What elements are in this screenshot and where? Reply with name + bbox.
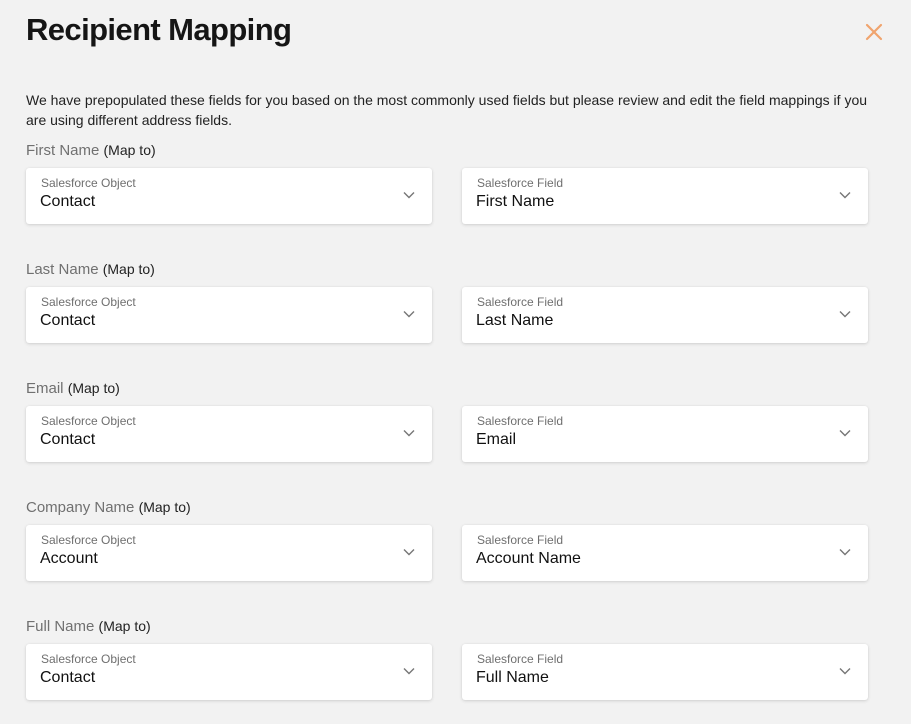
select-label: Salesforce Field bbox=[477, 414, 564, 428]
mapping-section-full-name: Full Name (Map to) Salesforce Object Con… bbox=[26, 617, 868, 709]
section-label: Last Name (Map to) bbox=[26, 260, 155, 279]
map-to-text: (Map to) bbox=[102, 261, 155, 277]
select-value: Last Name bbox=[476, 312, 554, 329]
mapping-section-last-name: Last Name (Map to) Salesforce Object Con… bbox=[26, 260, 868, 352]
chevron-down-icon bbox=[838, 428, 852, 438]
select-label: Salesforce Field bbox=[477, 533, 564, 547]
section-label: First Name (Map to) bbox=[26, 141, 156, 160]
map-to-text: (Map to) bbox=[98, 618, 151, 634]
select-value: Full Name bbox=[476, 669, 549, 686]
select-value: Account bbox=[40, 550, 98, 567]
chevron-down-icon bbox=[402, 547, 416, 557]
salesforce-object-select[interactable]: Salesforce Object Contact bbox=[26, 168, 432, 224]
mapping-section-first-name: First Name (Map to) Salesforce Object Co… bbox=[26, 141, 868, 233]
salesforce-field-select[interactable]: Salesforce Field Email bbox=[462, 406, 868, 462]
field-name: First Name bbox=[26, 142, 100, 159]
select-value: Email bbox=[476, 431, 517, 448]
chevron-down-icon bbox=[838, 309, 852, 319]
close-button[interactable] bbox=[862, 20, 886, 44]
salesforce-field-select[interactable]: Salesforce Field First Name bbox=[462, 168, 868, 224]
salesforce-object-select[interactable]: Salesforce Object Account bbox=[26, 525, 432, 581]
select-label: Salesforce Object bbox=[41, 652, 136, 666]
chevron-down-icon bbox=[838, 666, 852, 676]
mapping-section-company-name: Company Name (Map to) Salesforce Object … bbox=[26, 498, 868, 590]
salesforce-field-select[interactable]: Salesforce Field Last Name bbox=[462, 287, 868, 343]
section-label: Email (Map to) bbox=[26, 379, 120, 398]
select-label: Salesforce Field bbox=[477, 295, 564, 309]
salesforce-field-select[interactable]: Salesforce Field Account Name bbox=[462, 525, 868, 581]
mapping-section-email: Email (Map to) Salesforce Object Contact… bbox=[26, 379, 868, 471]
chevron-down-icon bbox=[402, 666, 416, 676]
salesforce-object-select[interactable]: Salesforce Object Contact bbox=[26, 287, 432, 343]
chevron-down-icon bbox=[402, 428, 416, 438]
select-label: Salesforce Field bbox=[477, 176, 564, 190]
chevron-down-icon bbox=[402, 309, 416, 319]
select-label: Salesforce Field bbox=[477, 652, 564, 666]
select-label: Salesforce Object bbox=[41, 295, 136, 309]
select-value: Contact bbox=[40, 312, 96, 329]
close-icon bbox=[862, 20, 886, 44]
select-label: Salesforce Object bbox=[41, 176, 136, 190]
field-name: Last Name bbox=[26, 261, 99, 278]
chevron-down-icon bbox=[838, 547, 852, 557]
intro-text: We have prepopulated these fields for yo… bbox=[26, 92, 868, 128]
chevron-down-icon bbox=[402, 190, 416, 200]
select-value: First Name bbox=[476, 193, 555, 210]
page-title: Recipient Mapping bbox=[26, 12, 292, 47]
select-value: Contact bbox=[40, 193, 96, 210]
map-to-text: (Map to) bbox=[103, 142, 156, 158]
select-label: Salesforce Object bbox=[41, 414, 136, 428]
salesforce-field-select[interactable]: Salesforce Field Full Name bbox=[462, 644, 868, 700]
field-name: Full Name bbox=[26, 618, 95, 635]
select-value: Contact bbox=[40, 431, 96, 448]
section-label: Company Name (Map to) bbox=[26, 498, 191, 517]
select-value: Account Name bbox=[476, 550, 581, 567]
section-label: Full Name (Map to) bbox=[26, 617, 151, 636]
salesforce-object-select[interactable]: Salesforce Object Contact bbox=[26, 406, 432, 462]
select-value: Contact bbox=[40, 669, 96, 686]
select-label: Salesforce Object bbox=[41, 533, 136, 547]
field-name: Email bbox=[26, 380, 64, 397]
chevron-down-icon bbox=[838, 190, 852, 200]
map-to-text: (Map to) bbox=[138, 499, 191, 515]
salesforce-object-select[interactable]: Salesforce Object Contact bbox=[26, 644, 432, 700]
field-name: Company Name bbox=[26, 499, 135, 516]
map-to-text: (Map to) bbox=[67, 380, 120, 396]
